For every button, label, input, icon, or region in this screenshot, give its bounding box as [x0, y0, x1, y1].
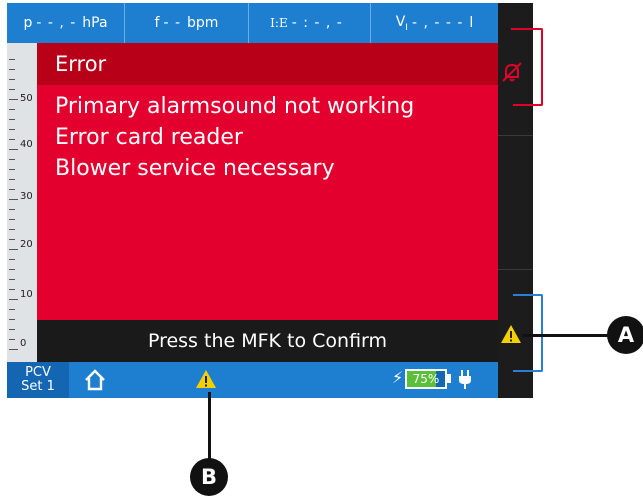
battery-percent: 75%	[412, 372, 440, 386]
scale-tick	[9, 349, 18, 350]
callout-b-line	[208, 392, 211, 462]
home-icon[interactable]	[83, 368, 107, 392]
panel-divider	[498, 135, 533, 136]
scale-label-50: 50	[20, 93, 33, 104]
scale-tick	[9, 119, 15, 120]
warning-icon[interactable]	[195, 369, 217, 389]
scale-tick	[9, 259, 15, 260]
scale-tick	[9, 59, 15, 60]
top-status-bar: p - - , - hPa f - - bpm I:E - : - , - VI…	[7, 3, 498, 43]
mode-name: PCV	[25, 365, 51, 380]
scale-tick	[9, 289, 15, 290]
scale-tick	[9, 219, 15, 220]
scale-tick	[9, 299, 18, 300]
scale-label-20: 20	[20, 239, 33, 250]
bottom-status-bar: PCV Set 1 ⚡ 75%	[7, 362, 498, 398]
battery-indicator: 75%	[405, 369, 447, 389]
panel-divider	[498, 269, 533, 270]
ie-ratio-param: I:E	[270, 16, 288, 30]
battery-terminal	[447, 374, 451, 383]
frequency-value: - -	[163, 15, 182, 31]
callout-a-line	[522, 334, 614, 337]
scale-tick	[9, 159, 15, 160]
volume-param-letter: V	[395, 13, 406, 30]
scale-tick	[9, 89, 15, 90]
volume-readout: VI - , - - - l	[371, 3, 498, 43]
scale-tick	[9, 139, 15, 140]
error-message: Blower service necessary	[55, 156, 335, 181]
warning-icon[interactable]	[500, 324, 522, 344]
scale-label-30: 30	[20, 191, 33, 202]
volume-param: VI	[396, 14, 408, 33]
ie-ratio-readout: I:E - : - , -	[249, 3, 371, 43]
scale-tick	[9, 179, 15, 180]
scale-tick	[9, 109, 15, 110]
error-message: Primary alarmsound not working	[55, 94, 415, 119]
scale-tick	[9, 169, 15, 170]
pressure-readout: p - - , - hPa	[7, 3, 125, 43]
scale-tick	[9, 319, 15, 320]
pressure-param: p	[23, 15, 33, 31]
scale-tick	[9, 339, 15, 340]
lightning-icon: ⚡	[392, 368, 404, 387]
error-message: Error card reader	[55, 125, 243, 150]
scale-tick	[9, 129, 15, 130]
frequency-param: f	[154, 15, 160, 31]
error-title: Error	[37, 43, 498, 85]
scale-tick	[9, 249, 18, 250]
volume-value: - , - - -	[411, 15, 464, 31]
scale-label-0: 0	[20, 338, 27, 349]
scale-tick	[9, 279, 15, 280]
scale-tick	[9, 329, 15, 330]
scale-tick	[9, 229, 15, 230]
scale-tick	[9, 239, 15, 240]
mode-set: Set 1	[21, 379, 55, 394]
scale-label-40: 40	[20, 139, 33, 150]
callout-b: B	[190, 458, 228, 496]
frequency-unit: bpm	[187, 15, 219, 31]
error-panel: Error Primary alarmsound not working Err…	[37, 43, 498, 320]
error-message-list: Primary alarmsound not working Error car…	[37, 85, 498, 184]
pressure-scale: 50 40 30 20 10 0	[7, 43, 38, 362]
scale-tick	[9, 269, 15, 270]
scale-tick	[9, 69, 15, 70]
scale-tick	[9, 309, 15, 310]
scale-tick	[9, 209, 15, 210]
scale-tick	[9, 79, 15, 80]
ie-ratio-value: - : - , -	[291, 15, 343, 31]
callout-a: A	[607, 316, 643, 354]
scale-tick	[9, 189, 15, 190]
pressure-value: - - , -	[36, 15, 77, 31]
scale-label-10: 10	[20, 289, 33, 300]
power-plug-icon	[459, 370, 471, 389]
scale-tick	[9, 149, 18, 150]
pressure-unit: hPa	[82, 15, 108, 31]
confirm-prompt[interactable]: Press the MFK to Confirm	[37, 320, 498, 362]
ventilation-mode-box[interactable]: PCV Set 1	[7, 362, 69, 398]
frequency-readout: f - - bpm	[125, 3, 249, 43]
volume-unit: l	[469, 15, 474, 31]
scale-tick	[9, 199, 18, 200]
scale-tick	[9, 99, 18, 100]
volume-param-sub: I	[405, 22, 408, 33]
alarm-bell-off-icon[interactable]	[500, 60, 524, 84]
